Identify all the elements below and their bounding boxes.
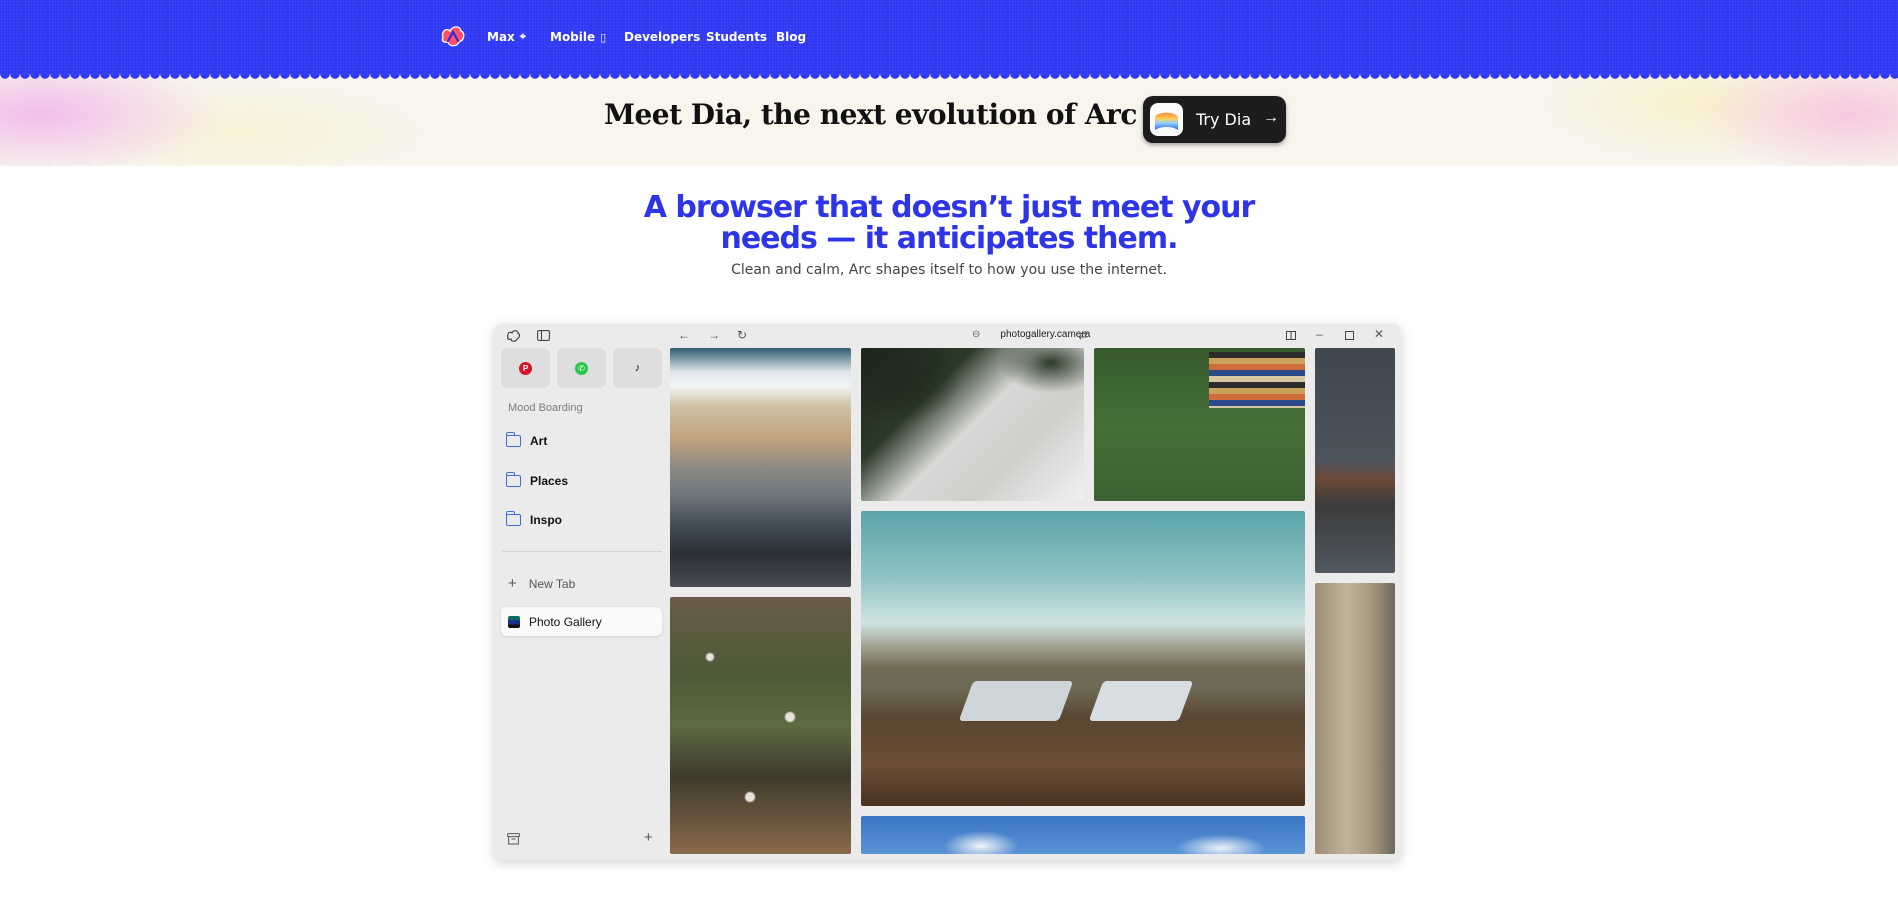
settings-icon[interactable]: ⇄ xyxy=(1078,328,1088,342)
sidebar-section-label: Mood Boarding xyxy=(508,402,583,414)
close-icon[interactable]: ✕ xyxy=(1374,327,1384,341)
dia-app-icon xyxy=(1150,103,1183,136)
photo-building-facade[interactable] xyxy=(1315,583,1395,854)
max-icon: ⌖ xyxy=(519,30,526,43)
back-arrow-icon[interactable]: ← xyxy=(678,328,690,342)
hero-title-line-2: needs — it anticipates them. xyxy=(720,221,1178,256)
sidebar-folder-art[interactable]: Art xyxy=(505,432,547,448)
browser-sidebar: P ✆ ♪ Mood Boarding Art Places Inspo + N… xyxy=(494,324,670,860)
photo-gallery-content xyxy=(670,348,1395,854)
sidebar-toggle-icon[interactable] xyxy=(537,330,550,341)
nav-item-mobile[interactable]: Mobile ▯ xyxy=(550,30,606,44)
arc-menu-icon[interactable] xyxy=(506,329,520,342)
hero-title: A browser that doesn’t just meet your ne… xyxy=(549,192,1349,254)
maximize-icon[interactable] xyxy=(1345,331,1354,340)
reload-icon[interactable]: ↻ xyxy=(737,328,747,342)
archive-icon[interactable] xyxy=(507,833,520,845)
banner-wave-edge-bottom xyxy=(0,162,1898,170)
folder-icon xyxy=(505,511,521,526)
nav-item-max[interactable]: Max ⌖ xyxy=(487,30,526,44)
pinterest-icon: P xyxy=(519,361,532,375)
url-text: photogallery.camera xyxy=(1000,329,1091,340)
url-bar[interactable]: ⊖ photogallery.camera xyxy=(972,329,1172,340)
hero-title-line-1: A browser that doesn’t just meet your xyxy=(643,190,1256,225)
arc-logo-icon[interactable] xyxy=(440,24,466,48)
photo-grass-lawn[interactable] xyxy=(1094,348,1305,501)
nav-item-developers[interactable]: Developers xyxy=(624,30,700,44)
photo-desert-loungers[interactable] xyxy=(861,511,1305,806)
plus-icon: + xyxy=(508,575,517,592)
photo-interior-wall[interactable] xyxy=(1315,348,1395,573)
photo-beach-aerial[interactable] xyxy=(670,348,851,587)
photo-hedge-path[interactable] xyxy=(861,348,1084,501)
try-dia-label: Try Dia xyxy=(1196,110,1252,129)
add-space-button[interactable]: + xyxy=(644,830,653,845)
banner-title: Meet Dia, the next evolution of Arc xyxy=(604,98,1137,131)
whatsapp-favorite[interactable]: ✆ xyxy=(557,348,606,388)
hero-subtitle: Clean and calm, Arc shapes itself to how… xyxy=(731,262,1167,278)
tiktok-favorite[interactable]: ♪ xyxy=(613,348,662,388)
pinterest-favorite[interactable]: P xyxy=(501,348,550,388)
sidebar-divider xyxy=(502,551,662,552)
link-icon: ⊖ xyxy=(972,329,981,340)
nav-item-blog[interactable]: Blog xyxy=(776,30,806,44)
photo-gallery-favicon xyxy=(508,615,520,628)
new-tab-button[interactable]: + New Tab xyxy=(508,575,575,592)
whatsapp-icon: ✆ xyxy=(575,361,588,375)
sidebar-tab-photo-gallery[interactable]: Photo Gallery xyxy=(501,607,662,636)
photo-blue-sky[interactable] xyxy=(861,816,1305,854)
browser-window: P ✆ ♪ Mood Boarding Art Places Inspo + N… xyxy=(494,324,1401,860)
mobile-icon: ▯ xyxy=(600,30,607,44)
top-nav: Max ⌖ Mobile ▯ Developers Students Blog xyxy=(0,0,1898,74)
sidebar-folder-inspo[interactable]: Inspo xyxy=(505,511,562,527)
split-view-icon[interactable] xyxy=(1286,331,1296,340)
tiktok-icon: ♪ xyxy=(634,362,641,374)
try-dia-button[interactable]: Try Dia → xyxy=(1143,96,1286,143)
forward-arrow-icon[interactable]: → xyxy=(708,328,720,342)
folder-icon xyxy=(505,472,521,487)
banner-wave-edge-top xyxy=(0,74,1898,82)
folder-icon xyxy=(505,432,521,447)
photo-chandelier-tree[interactable] xyxy=(670,597,851,854)
arrow-right-icon: → xyxy=(1263,109,1279,126)
sidebar-folder-places[interactable]: Places xyxy=(505,472,568,488)
minimize-icon[interactable]: – xyxy=(1316,327,1323,341)
nav-item-students[interactable]: Students xyxy=(706,30,767,44)
